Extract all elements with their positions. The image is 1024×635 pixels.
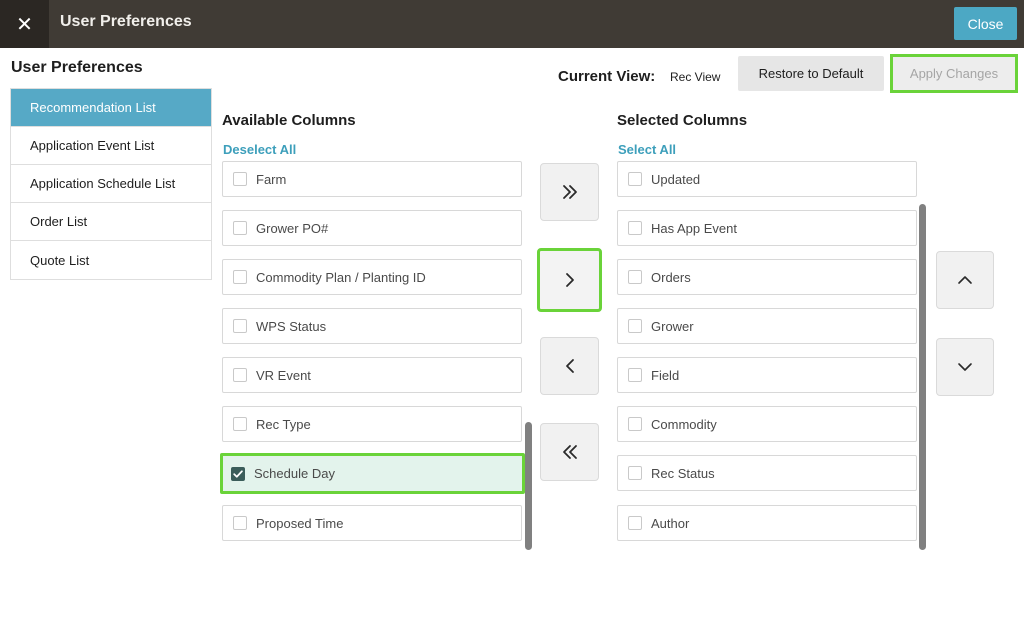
row-label: Schedule Day (254, 466, 335, 481)
row-label: Grower PO# (256, 220, 329, 236)
move-all-left-button[interactable] (540, 423, 599, 481)
checkbox[interactable] (233, 319, 247, 333)
row-label: Commodity (651, 416, 717, 432)
available-row[interactable]: VR Event (222, 357, 522, 393)
selected-row[interactable]: Has App Event (617, 210, 917, 246)
double-chevron-left-icon (562, 445, 577, 459)
move-all-right-button[interactable] (540, 163, 599, 221)
selected-row[interactable]: Updated (617, 161, 917, 197)
select-all-link[interactable]: Select All (618, 142, 676, 157)
row-label: Farm (256, 171, 287, 187)
restore-default-button[interactable]: Restore to Default (738, 56, 884, 91)
sidebar-item-order-list[interactable]: Order List (11, 203, 211, 241)
selected-row[interactable]: Field (617, 357, 917, 393)
chevron-left-icon (565, 359, 574, 373)
checkbox[interactable] (628, 172, 642, 186)
checkbox[interactable] (628, 221, 642, 235)
checkbox[interactable] (233, 270, 247, 284)
sidebar-item-quote-list[interactable]: Quote List (11, 241, 211, 279)
double-chevron-right-icon (562, 185, 577, 199)
checkbox[interactable] (233, 516, 247, 530)
available-columns-heading: Available Columns (222, 112, 356, 129)
row-label: Orders (651, 269, 691, 285)
row-label: Rec Type (256, 416, 311, 432)
checkbox[interactable] (628, 466, 642, 480)
sidebar-item-application-event-list[interactable]: Application Event List (11, 127, 211, 165)
row-label: Proposed Time (256, 515, 344, 531)
checkbox[interactable] (628, 319, 642, 333)
available-row[interactable]: Rec Type (222, 406, 522, 442)
close-icon[interactable]: ✕ (0, 0, 49, 48)
move-up-button[interactable] (936, 251, 994, 309)
selected-row[interactable]: Author (617, 505, 917, 541)
deselect-all-link[interactable]: Deselect All (223, 142, 296, 157)
row-label: Field (651, 367, 680, 383)
apply-changes-button[interactable]: Apply Changes (890, 54, 1018, 93)
available-scrollbar[interactable] (525, 422, 532, 550)
checkbox[interactable] (233, 172, 247, 186)
sidebar-list: Recommendation List Application Event Li… (10, 88, 212, 280)
row-label: Updated (651, 171, 701, 187)
checkbox-checked[interactable] (231, 466, 245, 481)
sidebar-title: User Preferences (11, 59, 143, 76)
sidebar-item-recommendation-list[interactable]: Recommendation List (11, 89, 211, 127)
checkbox[interactable] (628, 368, 642, 382)
row-label: Commodity Plan / Planting ID (256, 269, 426, 285)
available-row[interactable]: Commodity Plan / Planting ID (222, 259, 522, 295)
window-title: User Preferences (60, 13, 192, 30)
row-label: Grower (651, 318, 694, 334)
checkbox[interactable] (233, 417, 247, 431)
checkbox[interactable] (628, 516, 642, 530)
close-button[interactable]: Close (954, 7, 1017, 40)
chevron-down-icon (958, 363, 972, 371)
checkmark-icon (233, 469, 243, 478)
move-left-button[interactable] (540, 337, 599, 395)
available-row[interactable]: Farm (222, 161, 522, 197)
selected-row[interactable]: Rec Status (617, 455, 917, 491)
available-row-selected[interactable]: Schedule Day (220, 453, 525, 494)
selected-row[interactable]: Grower (617, 308, 917, 344)
move-down-button[interactable] (936, 338, 994, 396)
current-view-value: Rec View (670, 70, 721, 84)
row-label: Has App Event (651, 220, 737, 236)
checkbox[interactable] (628, 270, 642, 284)
checkbox[interactable] (233, 221, 247, 235)
row-label: WPS Status (256, 318, 327, 334)
title-bar: ✕ User Preferences Close (0, 0, 1024, 48)
current-view-label: Current View: (558, 68, 656, 85)
selected-scrollbar[interactable] (919, 204, 926, 550)
chevron-up-icon (958, 276, 972, 284)
row-label: VR Event (256, 367, 311, 383)
row-label: Author (651, 515, 690, 531)
available-row[interactable]: WPS Status (222, 308, 522, 344)
checkbox[interactable] (628, 417, 642, 431)
available-row[interactable]: Grower PO# (222, 210, 522, 246)
selected-columns-heading: Selected Columns (617, 112, 748, 129)
checkbox[interactable] (233, 368, 247, 382)
selected-row[interactable]: Commodity (617, 406, 917, 442)
move-right-button[interactable] (537, 248, 602, 312)
chevron-right-icon (565, 273, 574, 287)
sidebar-item-application-schedule-list[interactable]: Application Schedule List (11, 165, 211, 203)
selected-row[interactable]: Orders (617, 259, 917, 295)
row-label: Rec Status (651, 465, 715, 481)
available-row[interactable]: Proposed Time (222, 505, 522, 541)
